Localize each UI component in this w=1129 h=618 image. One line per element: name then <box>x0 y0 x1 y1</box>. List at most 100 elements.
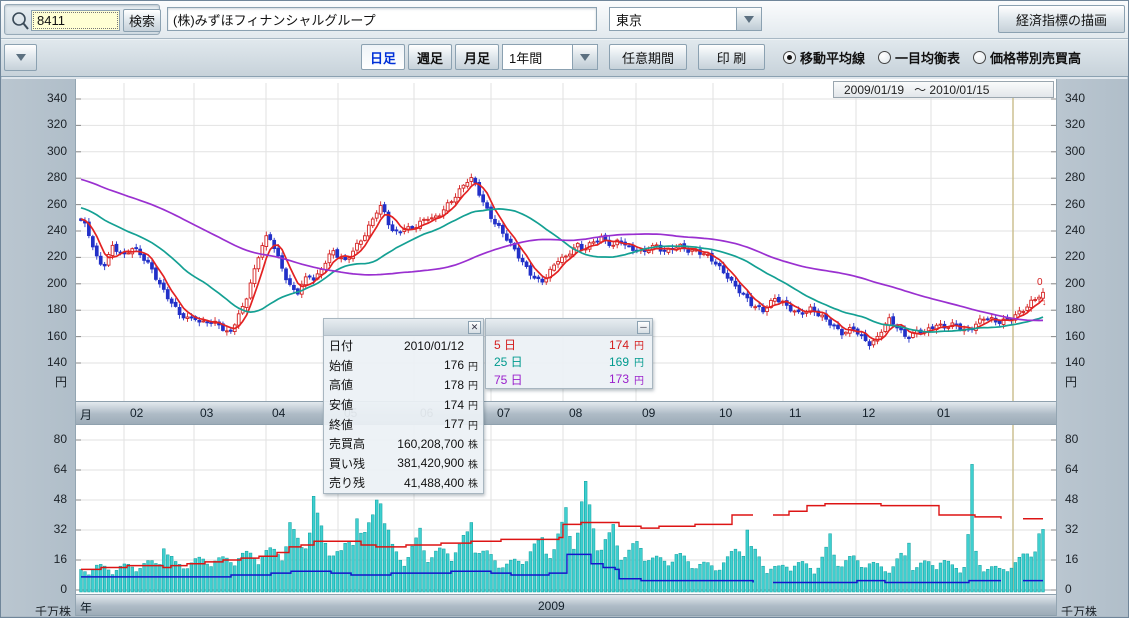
market-select[interactable]: 東京 <box>609 7 762 31</box>
stock-code-input[interactable]: 8411 <box>31 10 120 31</box>
svg-text:0: 0 <box>1037 277 1043 288</box>
chevron-down-icon <box>580 54 590 61</box>
month-tick-label: 07 <box>497 406 510 420</box>
price-tick-label: 260 <box>47 197 67 211</box>
year-value: 2009 <box>538 599 565 613</box>
volume-tick-label: 0 <box>60 582 67 596</box>
month-tick-label: 09 <box>642 406 655 420</box>
chevron-down-icon <box>744 16 754 23</box>
month-tick-label: 03 <box>200 406 213 420</box>
radio-volume-by-price[interactable]: 価格帯別売買高 <box>973 48 1081 67</box>
draw-economic-indicator-button[interactable]: 経済指標の描画 <box>998 5 1125 33</box>
print-button[interactable]: 印 刷 <box>698 44 765 70</box>
volume-tick-label: 32 <box>54 522 67 536</box>
price-tick-label: 340 <box>1065 91 1085 105</box>
price-tick-label: 320 <box>1065 117 1085 131</box>
volume-tick-label: 0 <box>1065 582 1072 596</box>
volume-chart-plot[interactable] <box>76 425 1056 594</box>
toolbar: 8411 検索 (株)みずほフィナンシャルグループ 東京 経済指標の描画 日足 … <box>1 1 1128 77</box>
month-tick-label: 04 <box>272 406 285 420</box>
market-select-value: 東京 <box>610 8 736 30</box>
period-select-arrow[interactable] <box>572 45 597 69</box>
price-tick-label: 240 <box>1065 223 1085 237</box>
tooltip-row-low: 安値174円 <box>324 395 483 415</box>
price-tick-label: 180 <box>47 302 67 316</box>
price-tick-label: 240 <box>47 223 67 237</box>
volume-tick-label: 64 <box>54 462 67 476</box>
tooltip-row-open: 始値176円 <box>324 356 483 376</box>
tooltip-row-high: 高値178円 <box>324 375 483 395</box>
stock-search-panel: 8411 検索 <box>4 4 160 35</box>
price-tick-label: 340 <box>47 91 67 105</box>
ma-row-75day: 75 日173円 <box>486 371 652 388</box>
year-axis-bar: 年 2009 <box>76 594 1056 616</box>
period-select-value: 1年間 <box>503 45 572 69</box>
date-range-start: 2009/01/19 <box>834 83 904 97</box>
tab-weekly[interactable]: 週足 <box>408 44 452 70</box>
tab-monthly[interactable]: 月足 <box>455 44 499 70</box>
month-axis-bar: 月020304050607080910111201 <box>76 401 1056 425</box>
price-tick-label: 280 <box>47 170 67 184</box>
svg-text:↓: ↓ <box>1042 297 1047 307</box>
date-range-end: ～ 2010/01/15 <box>904 81 989 98</box>
price-unit-label: 円 <box>55 373 67 390</box>
volume-tick-label: 32 <box>1065 522 1078 536</box>
ma-row-5day: 5 日174円 <box>486 336 652 353</box>
market-select-arrow[interactable] <box>736 8 761 30</box>
moving-average-legend: ─ 5 日174円 25 日169円 75 日173円 <box>485 318 653 389</box>
stock-chart-window: 8411 検索 (株)みずほフィナンシャルグループ 東京 経済指標の描画 日足 … <box>0 0 1129 618</box>
company-name-field[interactable]: (株)みずほフィナンシャルグループ <box>167 7 597 31</box>
ma-row-25day: 25 日169円 <box>486 353 652 370</box>
tooltip-row-close: 終値177円 <box>324 414 483 434</box>
volume-tick-label: 80 <box>1065 432 1078 446</box>
chevron-down-icon <box>16 54 26 61</box>
volume-tick-label: 64 <box>1065 462 1078 476</box>
price-tick-label: 260 <box>1065 197 1085 211</box>
tooltip-row-margin-sell: 売り残41,488,400株 <box>324 473 483 493</box>
price-tick-label: 180 <box>1065 302 1085 316</box>
volume-tick-label: 48 <box>1065 492 1078 506</box>
date-range-box: 2009/01/19 ～ 2010/01/15 <box>833 81 1054 98</box>
month-tick-label: 10 <box>719 406 732 420</box>
price-tick-label: 220 <box>1065 249 1085 263</box>
volume-tick-label: 16 <box>54 552 67 566</box>
price-unit-label: 円 <box>1065 373 1077 390</box>
search-button[interactable]: 検索 <box>123 9 161 32</box>
expand-panel-button[interactable] <box>4 44 37 71</box>
radio-moving-average[interactable]: 移動平均線 <box>783 48 865 67</box>
radio-on-icon <box>783 51 796 64</box>
radio-off-icon <box>878 51 891 64</box>
toolbar-row-1: 8411 検索 (株)みずほフィナンシャルグループ 東京 経済指標の描画 <box>1 1 1128 39</box>
month-tick-label: 12 <box>862 406 875 420</box>
tooltip-row-volume: 売買高160,208,700株 <box>324 434 483 454</box>
tab-daily[interactable]: 日足 <box>361 44 405 70</box>
minimize-icon[interactable]: ─ <box>637 321 650 334</box>
radio-ichimoku[interactable]: 一目均衡表 <box>878 48 960 67</box>
tooltip-title-bar[interactable]: ✕ <box>324 319 483 336</box>
overlay-radio-group: 移動平均線 一目均衡表 価格帯別売買高 <box>783 44 1081 71</box>
month-tick-label: 02 <box>130 406 143 420</box>
radio-off-icon <box>973 51 986 64</box>
chart-region: 340320300280260240220200180160140円806448… <box>1 79 1129 618</box>
price-tick-label: 200 <box>1065 276 1085 290</box>
month-tick-label: 11 <box>789 406 801 420</box>
price-tick-label: 300 <box>1065 144 1085 158</box>
price-tick-label: 140 <box>47 355 67 369</box>
period-select[interactable]: 1年間 <box>502 44 598 70</box>
price-tick-label: 200 <box>47 276 67 290</box>
price-tick-label: 300 <box>47 144 67 158</box>
price-tick-label: 160 <box>1065 329 1085 343</box>
price-info-tooltip: ✕ 日付2010/01/12 始値176円 高値178円 安値174円 終値17… <box>323 318 484 494</box>
price-tick-label: 140 <box>1065 355 1085 369</box>
tooltip-row-date: 日付2010/01/12 <box>324 336 483 356</box>
price-tick-label: 160 <box>47 329 67 343</box>
year-axis-label: 年 <box>80 599 92 616</box>
close-icon[interactable]: ✕ <box>468 321 481 334</box>
month-tick-label: 01 <box>937 406 950 420</box>
month-tick-label: 08 <box>569 406 582 420</box>
volume-tick-label: 80 <box>54 432 67 446</box>
price-axis-right: 340320300280260240220200180160140円806448… <box>1056 79 1129 618</box>
volume-tick-label: 48 <box>54 492 67 506</box>
custom-period-button[interactable]: 任意期間 <box>609 44 687 70</box>
ma-legend-title-bar[interactable]: ─ <box>486 319 652 336</box>
